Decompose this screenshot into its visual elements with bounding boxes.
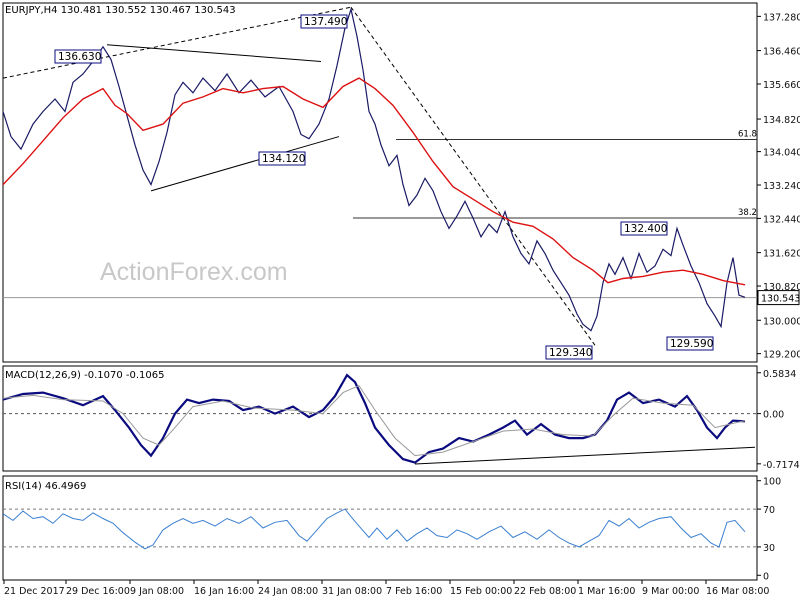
rsi-tick-label: 30 <box>763 543 775 554</box>
price-tick-label: 131.620 <box>763 249 800 260</box>
x-tick-label: 31 Jan 08:00 <box>322 586 382 597</box>
x-tick-label: 16 Mar 08:00 <box>706 586 769 597</box>
price-tick-label: 136.460 <box>763 47 800 58</box>
macd-title: MACD(12,26,9) -0.1070 -0.1065 <box>5 370 165 381</box>
price-tick-label: 133.240 <box>763 181 800 192</box>
rsi-tick-label: 70 <box>763 505 775 516</box>
price-tick-label: 130.000 <box>763 316 800 327</box>
x-tick-label: 15 Feb 00:00 <box>450 586 512 597</box>
x-tick-label: 9 Jan 08:00 <box>130 586 184 597</box>
macd-tick-label: 0.00 <box>763 410 784 421</box>
price-annotation: 132.400 <box>624 223 667 235</box>
price-annotation: 129.590 <box>670 338 713 350</box>
x-tick-label: 16 Jan 16:00 <box>194 586 254 597</box>
rsi-title: RSI(14) 46.4969 <box>5 481 86 492</box>
price-annotation: 136.630 <box>58 51 101 63</box>
price-tick-label: 129.200 <box>763 350 800 361</box>
macd-tick-label: -0.7174 <box>763 460 800 471</box>
price-tick-label: 135.660 <box>763 80 800 91</box>
x-tick-label: 9 Mar 00:00 <box>642 586 699 597</box>
rsi-tick-label: 100 <box>763 477 781 488</box>
x-tick-label: 1 Mar 16:00 <box>578 586 635 597</box>
forex-chart: 61.8 38.2 21 Dec 2017 29 Dec 16:00 9 Jan 08… <box>0 0 800 600</box>
macd-tick-label: 0.5834 <box>763 369 796 380</box>
x-tick-label: 21 Dec 2017 <box>4 586 65 597</box>
price-tick-label: 134.820 <box>763 115 800 126</box>
price-tick-label: 134.040 <box>763 148 800 159</box>
x-tick-label: 24 Jan 08:00 <box>258 586 318 597</box>
price-tick-label: 137.280 <box>763 12 800 23</box>
x-tick-label: 29 Dec 16:00 <box>66 586 130 597</box>
price-annotation: 129.340 <box>549 347 592 359</box>
chart-header: EURJPY,H4 130.481 130.552 130.467 130.54… <box>5 5 236 16</box>
price-annotation: 134.120 <box>262 153 305 165</box>
watermark: ActionForex.com <box>100 258 288 286</box>
current-price-label: 130.543 <box>761 294 800 305</box>
x-tick-label: 7 Feb 16:00 <box>386 586 442 597</box>
rsi-tick-label: 0 <box>763 571 769 582</box>
fib-level-label: 61.8 <box>738 130 757 140</box>
fib-level-label: 38.2 <box>738 208 757 218</box>
price-tick-label: 132.440 <box>763 214 800 225</box>
price-annotation: 137.490 <box>304 16 347 28</box>
x-tick-label: 22 Feb 08:00 <box>514 586 576 597</box>
